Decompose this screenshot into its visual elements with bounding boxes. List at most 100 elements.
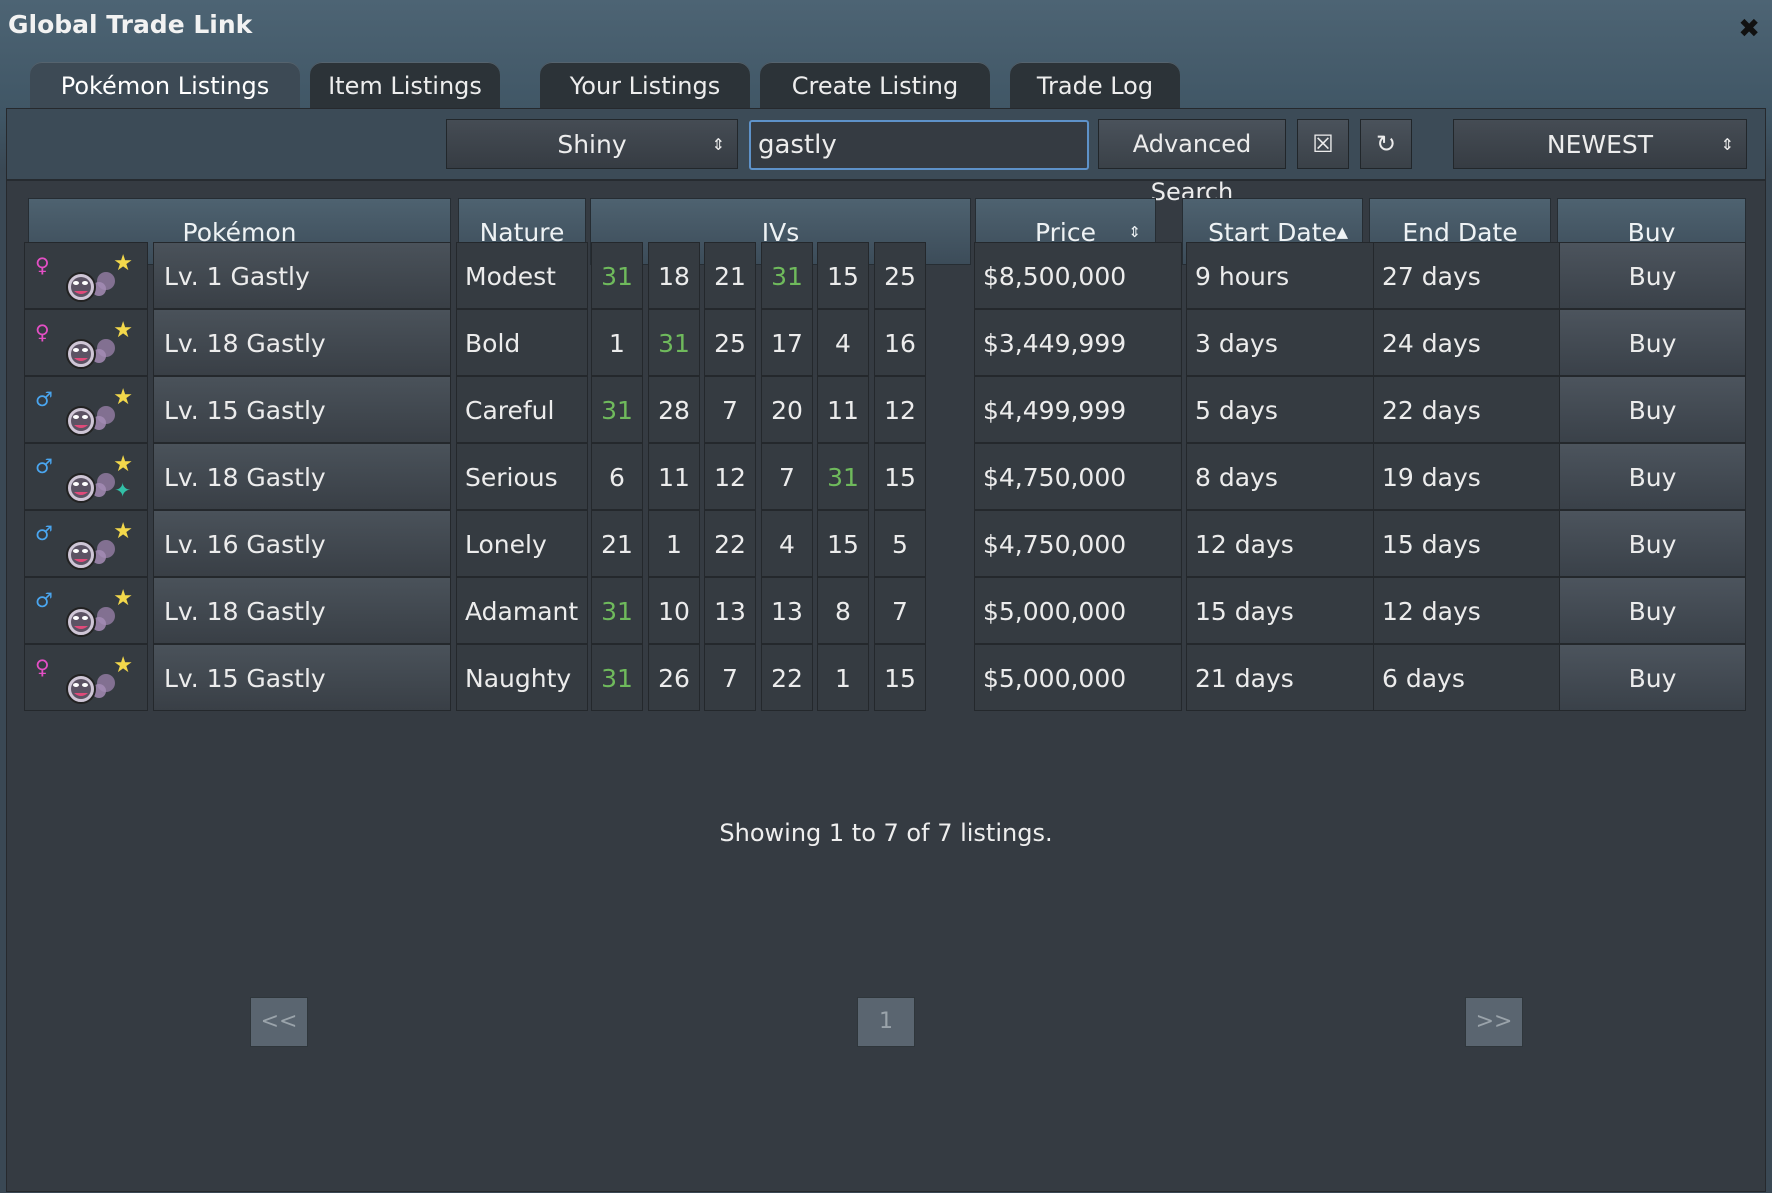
iv-cell: 13 (761, 577, 813, 644)
shiny-star-icon: ★ (113, 452, 133, 477)
iv-cell: 18 (648, 242, 700, 309)
nature-cell: Adamant (456, 577, 588, 644)
iv-cell: 25 (704, 309, 756, 376)
iv-cell: 31 (648, 309, 700, 376)
pokemon-icon-cell[interactable]: ♂ ★ ✦ (24, 443, 148, 510)
clear-search-icon[interactable]: ☒ (1297, 119, 1349, 169)
price-cell: $5,000,000 (974, 644, 1182, 711)
prev-page-button[interactable]: << (250, 997, 308, 1047)
iv-cell: 15 (817, 510, 869, 577)
iv-cell: 11 (817, 376, 869, 443)
search-input[interactable]: gastly (749, 120, 1089, 170)
pokemon-icon-cell[interactable]: ♂ ★ (24, 376, 148, 443)
end-date-cell: 19 days (1373, 443, 1561, 510)
iv-cell: 7 (704, 376, 756, 443)
sparkle-icon: ✦ (114, 478, 131, 502)
iv-cell: 12 (874, 376, 926, 443)
buy-button[interactable]: Buy (1559, 309, 1746, 376)
male-icon: ♂ (35, 387, 53, 411)
pokemon-icon-cell[interactable]: ♀ ★ (24, 644, 148, 711)
trade-window: Global Trade Link ✖ Pokémon Listings Item… (0, 0, 1772, 1193)
start-date-cell: 5 days (1186, 376, 1374, 443)
male-icon: ♂ (35, 588, 53, 612)
price-cell: $4,499,999 (974, 376, 1182, 443)
tab-pokemon-listings[interactable]: Pokémon Listings (30, 62, 300, 110)
iv-cell: 15 (817, 242, 869, 309)
iv-cell: 4 (817, 309, 869, 376)
end-date-cell: 22 days (1373, 376, 1561, 443)
advanced-search-button[interactable]: Advanced Search (1098, 119, 1286, 206)
nature-cell: Serious (456, 443, 588, 510)
pokemon-name-button[interactable]: Lv. 15 Gastly (153, 644, 451, 711)
end-date-cell: 6 days (1373, 644, 1561, 711)
pokemon-name-button[interactable]: Lv. 16 Gastly (153, 510, 451, 577)
listings-panel: Shiny ⇕ gastly Advanced Search ☒ ↻ NEWES… (6, 108, 1766, 1192)
pokemon-icon-cell[interactable]: ♂ ★ (24, 577, 148, 644)
price-cell: $8,500,000 (974, 242, 1182, 309)
iv-cell: 31 (761, 242, 813, 309)
next-page-button[interactable]: >> (1465, 997, 1523, 1047)
iv-cell: 6 (591, 443, 643, 510)
tab-create-listing[interactable]: Create Listing (760, 62, 990, 110)
iv-cell: 25 (874, 242, 926, 309)
pokemon-icon-cell[interactable]: ♀ ★ (24, 309, 148, 376)
refresh-icon[interactable]: ↻ (1360, 119, 1412, 169)
page-number-button[interactable]: 1 (857, 997, 915, 1047)
tab-your-listings[interactable]: Your Listings (540, 62, 750, 110)
female-icon: ♀ (35, 253, 50, 277)
select-arrows-icon: ⇕ (711, 135, 725, 154)
iv-cell: 15 (874, 644, 926, 711)
pokemon-icon-cell[interactable]: ♂ ★ (24, 510, 148, 577)
sort-select[interactable]: NEWEST ⇕ (1453, 119, 1747, 169)
nature-cell: Careful (456, 376, 588, 443)
shiny-star-icon: ★ (113, 318, 133, 343)
end-date-cell: 27 days (1373, 242, 1561, 309)
iv-cell: 7 (761, 443, 813, 510)
tab-trade-log[interactable]: Trade Log (1010, 62, 1180, 110)
end-date-cell: 12 days (1373, 577, 1561, 644)
iv-cell: 8 (817, 577, 869, 644)
tab-item-listings[interactable]: Item Listings (310, 62, 500, 110)
buy-button[interactable]: Buy (1559, 577, 1746, 644)
female-icon: ♀ (35, 655, 50, 679)
start-date-cell: 9 hours (1186, 242, 1374, 309)
start-date-cell: 8 days (1186, 443, 1374, 510)
buy-button[interactable]: Buy (1559, 443, 1746, 510)
iv-cell: 1 (591, 309, 643, 376)
male-icon: ♂ (35, 521, 53, 545)
iv-cell: 31 (591, 644, 643, 711)
start-date-cell: 12 days (1186, 510, 1374, 577)
pokemon-name-button[interactable]: Lv. 1 Gastly (153, 242, 451, 309)
pokemon-name-button[interactable]: Lv. 18 Gastly (153, 309, 451, 376)
price-cell: $4,750,000 (974, 510, 1182, 577)
nature-cell: Naughty (456, 644, 588, 711)
iv-cell: 28 (648, 376, 700, 443)
select-arrows-icon: ⇕ (1720, 135, 1734, 154)
iv-cell: 7 (704, 644, 756, 711)
nature-cell: Bold (456, 309, 588, 376)
buy-button[interactable]: Buy (1559, 510, 1746, 577)
iv-cell: 13 (704, 577, 756, 644)
buy-button[interactable]: Buy (1559, 644, 1746, 711)
pokemon-name-button[interactable]: Lv. 18 Gastly (153, 443, 451, 510)
filter-select[interactable]: Shiny ⇕ (446, 119, 738, 169)
pokemon-name-button[interactable]: Lv. 18 Gastly (153, 577, 451, 644)
buy-button[interactable]: Buy (1559, 376, 1746, 443)
close-icon[interactable]: ✖ (1738, 16, 1760, 42)
iv-cell: 7 (874, 577, 926, 644)
iv-cell: 1 (648, 510, 700, 577)
buy-button[interactable]: Buy (1559, 242, 1746, 309)
filter-select-value: Shiny (557, 130, 627, 159)
iv-cell: 21 (591, 510, 643, 577)
start-date-cell: 21 days (1186, 644, 1374, 711)
sort-select-value: NEWEST (1546, 130, 1654, 159)
pokemon-icon-cell[interactable]: ♀ ★ (24, 242, 148, 309)
iv-cell: 22 (761, 644, 813, 711)
shiny-star-icon: ★ (113, 653, 133, 678)
pokemon-name-button[interactable]: Lv. 15 Gastly (153, 376, 451, 443)
iv-cell: 31 (591, 577, 643, 644)
iv-cell: 10 (648, 577, 700, 644)
price-cell: $4,750,000 (974, 443, 1182, 510)
iv-cell: 21 (704, 242, 756, 309)
iv-cell: 15 (874, 443, 926, 510)
